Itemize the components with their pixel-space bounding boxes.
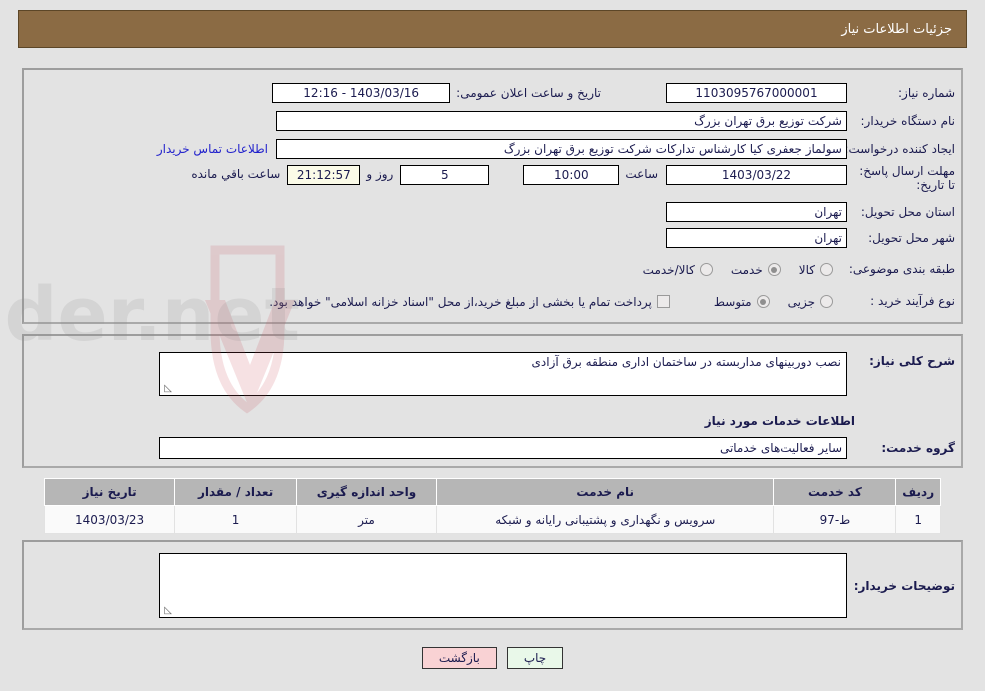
city-field[interactable]: تهران bbox=[666, 228, 847, 248]
buyer-contact-link[interactable]: اطلاعات تماس خریدار bbox=[157, 142, 268, 156]
province-label: استان محل تحویل: bbox=[860, 204, 955, 219]
purchase-process-label: نوع فرآیند خرید : bbox=[870, 294, 955, 308]
category-option-kala[interactable]: کالا bbox=[799, 263, 833, 277]
th-unit: واحد اندازه گیری bbox=[295, 478, 437, 506]
row-service-group: گروه خدمت: سایر فعالیت‌های خدماتی bbox=[22, 437, 963, 459]
row-category: طبقه بندی موضوعی: کالا خدمت کالا/خدمت bbox=[22, 262, 963, 277]
category-option-kala-label: کالا bbox=[798, 262, 815, 277]
row-city: شهر محل تحویل: تهران bbox=[22, 228, 963, 248]
cell-date: 1403/03/23 bbox=[43, 505, 176, 534]
row-need-description: شرح کلی نیاز: نصب دوربینهای مداربسته در … bbox=[22, 352, 963, 396]
treasury-checkbox-group[interactable]: پرداخت تمام یا بخشی از مبلغ خرید،از محل … bbox=[269, 295, 670, 309]
th-qty: تعداد / مقدار bbox=[174, 478, 297, 506]
tender-details-page: AriaTender.net جزئیات اطلاعات نیاز شماره… bbox=[0, 0, 985, 691]
deadline-date-field[interactable]: 1403/03/22 bbox=[666, 165, 847, 185]
deadline-hour-label: ساعت bbox=[625, 167, 658, 181]
days-unit-label: روز و bbox=[366, 167, 394, 181]
row-need-number: شماره نیاز: 1103095767000001 تاریخ و ساع… bbox=[22, 83, 963, 103]
radio-icon-motevaset[interactable] bbox=[756, 295, 770, 308]
category-option-khedmat-label: خدمت bbox=[730, 262, 763, 277]
back-button[interactable]: بازگشت bbox=[421, 647, 497, 669]
radio-icon-kala-khedmat[interactable] bbox=[699, 263, 713, 276]
announce-datetime-field[interactable]: 1403/03/16 - 12:16 bbox=[272, 83, 451, 103]
category-option-kala-khedmat[interactable]: کالا/خدمت bbox=[643, 263, 713, 277]
cell-name: سرویس و نگهداری و پشتیبانی رایانه و شبکه bbox=[435, 505, 775, 534]
time-remaining-suffix: ساعت باقي مانده bbox=[191, 167, 281, 181]
table-row: 1 ط-97 سرویس و نگهداری و پشتیبانی رایانه… bbox=[43, 505, 941, 534]
treasury-checkbox-label: پرداخت تمام یا بخشی از مبلغ خرید،از محل … bbox=[269, 294, 652, 309]
need-number-label: شماره نیاز: bbox=[898, 85, 955, 100]
category-option-khedmat[interactable]: خدمت bbox=[731, 263, 781, 277]
items-table: ردیف کد خدمت نام خدمت واحد اندازه گیری ت… bbox=[43, 478, 941, 534]
general-info-panel bbox=[22, 68, 963, 324]
deadline-hour-field[interactable]: 10:00 bbox=[523, 165, 620, 185]
province-field[interactable]: تهران bbox=[666, 202, 847, 222]
days-remaining-field[interactable]: 5 bbox=[400, 165, 490, 185]
need-number-field[interactable]: 1103095767000001 bbox=[666, 83, 847, 103]
process-option-jozei-label: جزیی bbox=[787, 294, 815, 309]
service-group-label: گروه خدمت: bbox=[881, 440, 955, 455]
radio-icon-khedmat[interactable] bbox=[767, 263, 781, 276]
service-group-field[interactable]: سایر فعالیت‌های خدماتی bbox=[159, 437, 847, 459]
city-label: شهر محل تحویل: bbox=[868, 230, 955, 245]
request-creator-field[interactable]: سولماز جعفری کیا کارشناس تدارکات شرکت تو… bbox=[276, 139, 847, 159]
need-description-text: نصب دوربینهای مداربسته در ساختمان اداری … bbox=[531, 355, 841, 369]
resize-grip-icon-notes[interactable]: ◺ bbox=[162, 606, 172, 616]
page-title: جزئیات اطلاعات نیاز bbox=[841, 21, 952, 37]
need-description-textarea[interactable]: نصب دوربینهای مداربسته در ساختمان اداری … bbox=[159, 352, 847, 396]
cell-radif: 1 bbox=[895, 505, 941, 534]
category-label: طبقه بندی موضوعی: bbox=[848, 262, 955, 276]
deadline-label: مهلت ارسال پاسخ: تا تاریخ: bbox=[859, 164, 955, 192]
cell-unit: متر bbox=[295, 505, 437, 534]
process-option-motevaset[interactable]: متوسط bbox=[714, 295, 770, 309]
buyer-org-label: نام دستگاه خریدار: bbox=[860, 113, 956, 128]
th-date: تاریخ نیاز bbox=[43, 478, 176, 506]
announce-datetime-label: تاریخ و ساعت اعلان عمومی: bbox=[456, 85, 601, 100]
th-radif: ردیف bbox=[895, 478, 941, 506]
buyer-org-field[interactable]: شرکت توزیع برق تهران بزرگ bbox=[276, 111, 847, 131]
radio-icon-jozei[interactable] bbox=[820, 295, 833, 308]
resize-grip-icon[interactable]: ◺ bbox=[162, 384, 172, 394]
buyer-notes-textarea[interactable]: ◺ bbox=[159, 553, 847, 618]
row-deadline: مهلت ارسال پاسخ: تا تاریخ: 1403/03/22 سا… bbox=[22, 163, 963, 193]
process-option-jozei[interactable]: جزیی bbox=[788, 295, 833, 309]
radio-icon-kala[interactable] bbox=[820, 263, 833, 276]
print-button[interactable]: چاپ bbox=[506, 647, 564, 669]
row-province: استان محل تحویل: تهران bbox=[22, 202, 963, 222]
services-section-heading: اطلاعات خدمات مورد نیاز bbox=[704, 414, 855, 428]
buyer-notes-label: توضیحات خریدار: bbox=[853, 579, 955, 593]
category-option-kala-khedmat-label: کالا/خدمت bbox=[642, 262, 695, 277]
row-purchase-process: نوع فرآیند خرید : جزیی متوسط پرداخت تمام… bbox=[22, 294, 963, 309]
row-buyer-notes: توضیحات خریدار: ◺ bbox=[22, 553, 963, 618]
process-option-motevaset-label: متوسط bbox=[713, 294, 752, 309]
page-header: جزئیات اطلاعات نیاز bbox=[18, 10, 967, 48]
row-buyer-org: نام دستگاه خریدار: شرکت توزیع برق تهران … bbox=[22, 111, 963, 131]
table-header-row: ردیف کد خدمت نام خدمت واحد اندازه گیری ت… bbox=[43, 478, 941, 506]
need-description-label: شرح کلی نیاز: bbox=[869, 354, 955, 368]
th-code: کد خدمت bbox=[773, 478, 897, 506]
row-request-creator: ایجاد کننده درخواست: سولماز جعفری کیا کا… bbox=[22, 139, 963, 159]
cell-qty: 1 bbox=[174, 505, 297, 534]
cell-code: ط-97 bbox=[773, 505, 897, 534]
treasury-checkbox-icon[interactable] bbox=[656, 295, 670, 308]
time-remaining-field: 21:12:57 bbox=[287, 165, 361, 185]
th-name: نام خدمت bbox=[435, 478, 775, 506]
footer-actions: بازگشت چاپ bbox=[0, 647, 985, 669]
request-creator-label: ایجاد کننده درخواست: bbox=[844, 141, 955, 156]
